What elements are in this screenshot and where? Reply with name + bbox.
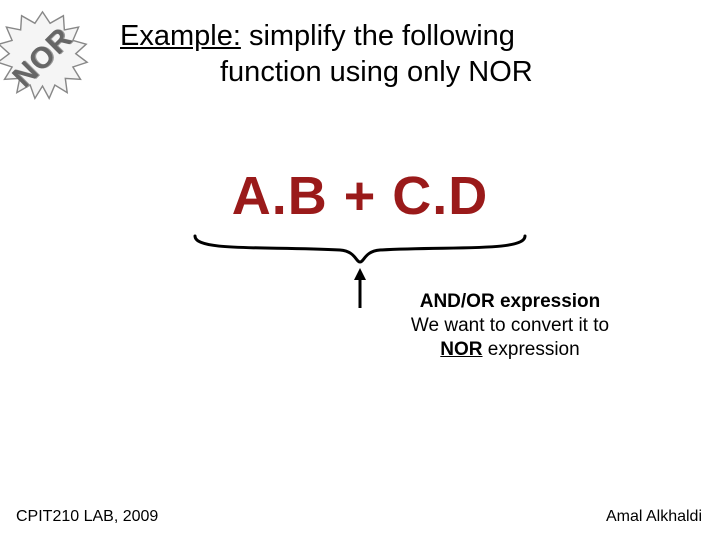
plus: + <box>328 166 393 226</box>
nor-starburst-badge: NOR <box>0 10 90 105</box>
caption-line1: AND/OR expression <box>360 290 660 314</box>
dot-2: . <box>432 166 448 226</box>
heading-rest1: simplify the following <box>241 20 515 52</box>
term-d: D <box>448 166 488 226</box>
caption-line2: We want to convert it to <box>360 314 660 338</box>
term-c: C <box>392 166 432 226</box>
slide-heading: Example: simplify the following function… <box>120 18 690 91</box>
heading-prefix: Example: <box>120 20 241 52</box>
caption-nor: NOR <box>440 339 482 360</box>
under-brace <box>190 234 530 264</box>
equation-caption: AND/OR expression We want to convert it … <box>360 290 660 361</box>
caption-line3b: expression <box>483 339 580 360</box>
footer-course: CPIT210 LAB, 2009 <box>16 508 158 526</box>
dot-1: . <box>272 166 288 226</box>
term-b: B <box>288 166 328 226</box>
equation: A.B + C.D <box>232 165 489 227</box>
term-a: A <box>232 166 272 226</box>
heading-line2: function using only NOR <box>120 54 690 90</box>
footer-author: Amal Alkhaldi <box>606 508 702 526</box>
